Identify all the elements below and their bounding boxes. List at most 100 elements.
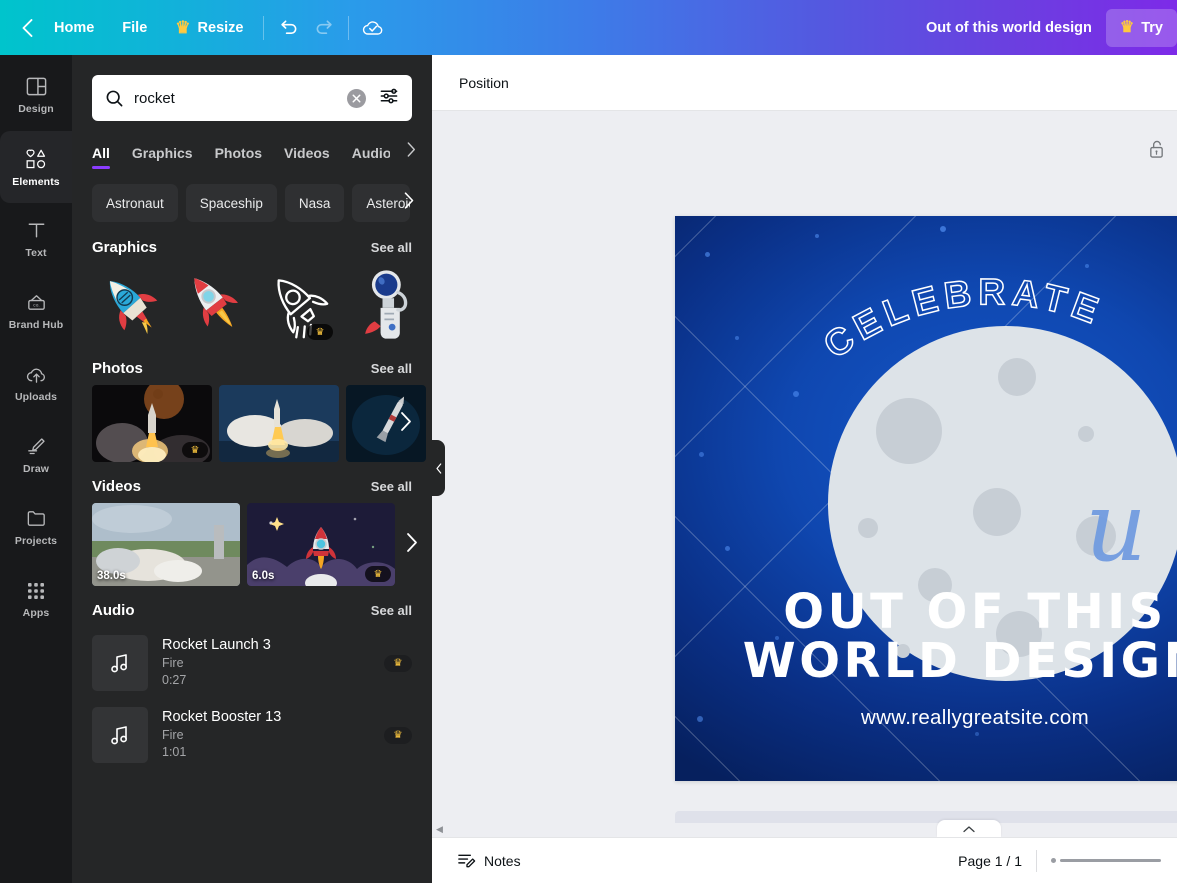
- section-title: Audio: [92, 602, 135, 619]
- sidebar-item-text[interactable]: Text: [0, 203, 72, 275]
- chevron-left-icon: [436, 463, 442, 474]
- crown-icon: ♛: [374, 569, 383, 580]
- video-item[interactable]: 38.0s: [92, 503, 240, 586]
- lock-toggle-button[interactable]: [1148, 139, 1165, 164]
- graphic-item[interactable]: [176, 264, 253, 344]
- file-menu-button[interactable]: File: [108, 10, 161, 46]
- clear-search-button[interactable]: [347, 89, 366, 108]
- resize-button[interactable]: ♛ Resize: [161, 10, 257, 46]
- uploads-icon: [25, 363, 48, 386]
- notes-button[interactable]: Notes: [448, 845, 530, 877]
- home-button[interactable]: Home: [40, 10, 108, 46]
- chip-asteroid[interactable]: Asteroid: [352, 184, 410, 222]
- celebrate-arc-text[interactable]: CELEBRATE: [675, 272, 1177, 452]
- rocket-blue-red-graphic: [92, 264, 169, 344]
- redo-icon: [314, 17, 335, 38]
- photo-item[interactable]: ♛: [92, 385, 212, 462]
- tab-photos[interactable]: Photos: [215, 145, 262, 169]
- filter-button[interactable]: [376, 83, 402, 114]
- canva-editor-app: Home File ♛ Resize: [0, 0, 1177, 883]
- graphic-item[interactable]: ♛: [260, 264, 337, 344]
- chevron-right-icon: [404, 192, 414, 209]
- sidebar-item-design[interactable]: Design: [0, 59, 72, 131]
- try-label: Try: [1141, 20, 1163, 36]
- rocket-night-sky-photo: [346, 385, 426, 462]
- audio-thumbnail: [92, 707, 148, 763]
- videos-see-all[interactable]: See all: [371, 479, 412, 494]
- photo-item[interactable]: [219, 385, 339, 462]
- photos-scroll-right-button[interactable]: [400, 411, 412, 436]
- cloud-saved-button[interactable]: [355, 10, 391, 46]
- sidebar-item-label: Uploads: [15, 391, 57, 403]
- resize-label: Resize: [198, 20, 244, 36]
- status-bar-right: Page 1 / 1: [958, 850, 1161, 872]
- try-pro-button[interactable]: ♛ Try: [1106, 9, 1177, 47]
- canvas-area[interactable]: u: [432, 111, 1177, 837]
- chips-scroll-right-button[interactable]: [404, 192, 414, 214]
- crown-icon: ♛: [191, 445, 200, 456]
- sidebar-item-brand-hub[interactable]: co. Brand Hub: [0, 275, 72, 347]
- horizontal-scrollbar[interactable]: ◀: [432, 823, 1177, 837]
- music-note-icon: [108, 651, 132, 675]
- svg-text:co.: co.: [33, 304, 39, 309]
- filter-icon: [379, 86, 399, 106]
- website-text[interactable]: www.reallygreatsite.com: [675, 706, 1177, 730]
- header-left-group: Home File ♛ Resize: [0, 0, 391, 55]
- category-tabs: All Graphics Photos Videos Audio: [72, 135, 432, 169]
- position-button[interactable]: Position: [448, 66, 520, 100]
- chip-spaceship[interactable]: Spaceship: [186, 184, 277, 222]
- photos-row: ♛: [72, 385, 432, 462]
- video-item[interactable]: 6.0s ♛: [247, 503, 395, 586]
- photos-see-all[interactable]: See all: [371, 361, 412, 376]
- page-count-label: Page 1 / 1: [958, 853, 1022, 869]
- audio-meta: Rocket Launch 3 Fire 0:27: [162, 637, 370, 689]
- redo-button[interactable]: [306, 10, 342, 46]
- sidebar-item-label: Text: [25, 247, 46, 259]
- sidebar-item-label: Projects: [15, 535, 57, 547]
- graphic-item[interactable]: [344, 264, 421, 344]
- photo-item[interactable]: [346, 385, 426, 462]
- zoom-slider[interactable]: [1051, 858, 1161, 863]
- audio-list-item[interactable]: Rocket Booster 13 Fire 1:01 ♛: [72, 699, 432, 771]
- cloud-saved-icon: [361, 16, 385, 40]
- audio-meta: Rocket Booster 13 Fire 1:01: [162, 709, 370, 761]
- sidebar-item-draw[interactable]: Draw: [0, 419, 72, 491]
- sidebar-item-uploads[interactable]: Uploads: [0, 347, 72, 419]
- back-button[interactable]: [14, 13, 40, 43]
- zoom-slider-knob[interactable]: [1051, 858, 1056, 863]
- undo-icon: [278, 17, 299, 38]
- tab-videos[interactable]: Videos: [284, 145, 330, 169]
- graphics-see-all[interactable]: See all: [371, 240, 412, 255]
- rocket-launch-reflection-photo: [219, 385, 339, 462]
- audio-list-item[interactable]: Rocket Launch 3 Fire 0:27 ♛: [72, 627, 432, 699]
- chip-nasa[interactable]: Nasa: [285, 184, 345, 222]
- headline-text[interactable]: OUT OF THIS WORLD DESIGN: [675, 588, 1177, 686]
- audio-duration: 0:27: [162, 672, 370, 689]
- tab-all[interactable]: All: [92, 145, 110, 169]
- chip-astronaut[interactable]: Astronaut: [92, 184, 178, 222]
- tab-label: Videos: [284, 145, 330, 161]
- top-header: Home File ♛ Resize: [0, 0, 1177, 55]
- videos-scroll-right-button[interactable]: [406, 532, 418, 557]
- sidebar-item-apps[interactable]: Apps: [0, 563, 72, 635]
- chip-label: Spaceship: [200, 196, 263, 211]
- brand-hub-icon: co.: [25, 291, 48, 314]
- tabs-scroll-right-button[interactable]: [407, 142, 416, 162]
- sidebar-item-projects[interactable]: Projects: [0, 491, 72, 563]
- search-box[interactable]: [92, 75, 412, 121]
- search-input[interactable]: [134, 90, 337, 107]
- expand-panel-tab[interactable]: [937, 820, 1001, 837]
- sidebar-item-elements[interactable]: Elements: [0, 131, 72, 203]
- undo-button[interactable]: [270, 10, 306, 46]
- tab-audio[interactable]: Audio: [352, 145, 390, 169]
- graphic-item[interactable]: [92, 264, 169, 344]
- document-title[interactable]: Out of this world design: [912, 20, 1106, 36]
- design-page[interactable]: u: [675, 216, 1177, 781]
- crown-icon: ♛: [393, 729, 402, 741]
- tab-graphics[interactable]: Graphics: [132, 145, 193, 169]
- panel-collapse-handle[interactable]: [432, 440, 445, 496]
- zoom-slider-track[interactable]: [1060, 859, 1161, 862]
- audio-see-all[interactable]: See all: [371, 603, 412, 618]
- home-label: Home: [54, 20, 94, 36]
- arc-text-content: CELEBRATE: [816, 272, 1109, 366]
